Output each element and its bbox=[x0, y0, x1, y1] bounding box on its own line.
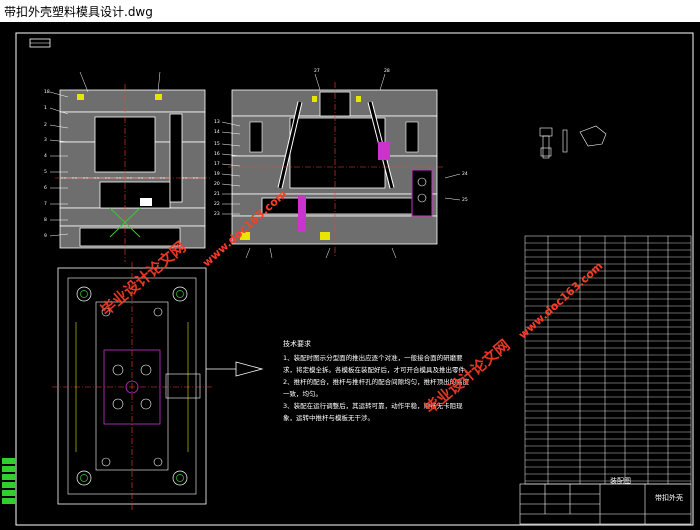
svg-text:24: 24 bbox=[462, 171, 468, 177]
svg-text:20: 20 bbox=[214, 181, 220, 187]
svg-text:13: 13 bbox=[214, 119, 220, 125]
svg-text:9: 9 bbox=[44, 233, 47, 239]
part-detail bbox=[539, 125, 607, 159]
svg-text:17: 17 bbox=[214, 161, 220, 167]
svg-text:18: 18 bbox=[44, 89, 50, 95]
svg-text:19: 19 bbox=[214, 171, 220, 177]
title-block bbox=[519, 483, 692, 525]
svg-text:3: 3 bbox=[44, 137, 47, 143]
svg-text:21: 21 bbox=[214, 191, 220, 197]
parts-list-table bbox=[524, 235, 692, 485]
window-titlebar: 带扣外壳塑料模具设计.dwg bbox=[0, 0, 700, 22]
svg-text:6: 6 bbox=[44, 185, 47, 191]
left-part-numbers: 18 1 2 3 4 5 6 7 8 9 bbox=[44, 89, 50, 239]
window-title: 带扣外壳塑料模具设计.dwg bbox=[4, 5, 153, 19]
svg-text:5: 5 bbox=[44, 169, 47, 175]
title-block-label: 带扣外壳 bbox=[655, 494, 683, 502]
svg-text:23: 23 bbox=[214, 211, 220, 217]
svg-text:4: 4 bbox=[44, 153, 47, 159]
svg-text:14: 14 bbox=[214, 129, 220, 135]
svg-text:8: 8 bbox=[44, 217, 47, 223]
svg-text:25: 25 bbox=[462, 197, 468, 203]
tech-item-1: 1、装配时图示分型面的推出应逐个对准，一般接合面的研磨要求，将定模全拆。各模板在… bbox=[283, 354, 472, 374]
svg-text:28: 28 bbox=[384, 68, 390, 74]
title-block-name: 装配图 bbox=[610, 477, 631, 485]
svg-text:1: 1 bbox=[44, 105, 47, 111]
section-arrow bbox=[206, 361, 264, 377]
tech-heading: 技术要求 bbox=[283, 340, 311, 348]
cad-drawing-canvas[interactable]: 18 1 2 3 4 5 6 7 8 9 13 14 15 16 17 19 20 21… bbox=[0, 22, 700, 530]
svg-text:15: 15 bbox=[214, 141, 220, 147]
right-section-view bbox=[228, 82, 445, 257]
left-section-view bbox=[55, 84, 210, 262]
parts-list-rows bbox=[525, 242, 691, 482]
svg-text:27: 27 bbox=[314, 68, 320, 74]
layer-indicator bbox=[2, 458, 16, 504]
svg-text:2: 2 bbox=[44, 122, 47, 128]
svg-text:22: 22 bbox=[214, 201, 220, 207]
svg-text:16: 16 bbox=[214, 151, 220, 157]
svg-text:7: 7 bbox=[44, 201, 47, 207]
